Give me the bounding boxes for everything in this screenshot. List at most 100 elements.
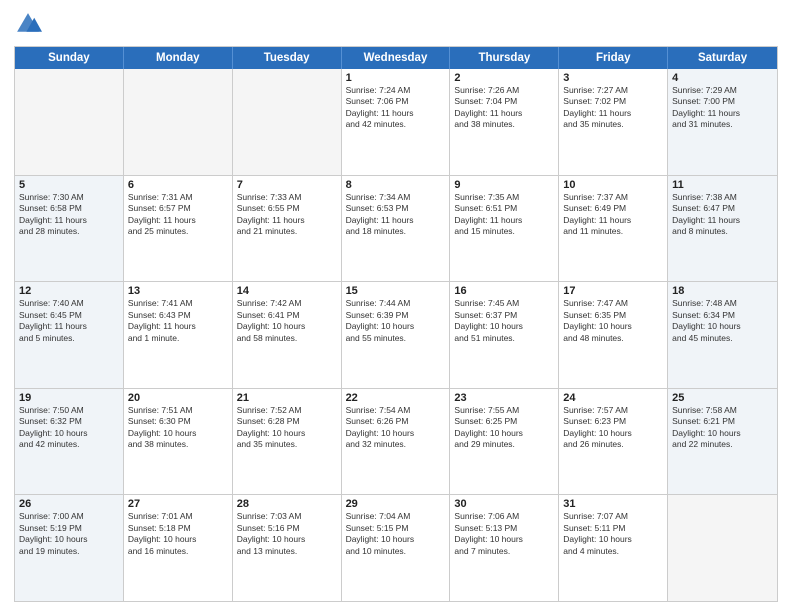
calendar-cell: 11Sunrise: 7:38 AM Sunset: 6:47 PM Dayli…: [668, 176, 777, 282]
day-info: Sunrise: 7:44 AM Sunset: 6:39 PM Dayligh…: [346, 298, 446, 344]
calendar-cell: 5Sunrise: 7:30 AM Sunset: 6:58 PM Daylig…: [15, 176, 124, 282]
day-info: Sunrise: 7:34 AM Sunset: 6:53 PM Dayligh…: [346, 192, 446, 238]
calendar-cell: 7Sunrise: 7:33 AM Sunset: 6:55 PM Daylig…: [233, 176, 342, 282]
calendar-week-5: 26Sunrise: 7:00 AM Sunset: 5:19 PM Dayli…: [15, 495, 777, 601]
day-info: Sunrise: 7:06 AM Sunset: 5:13 PM Dayligh…: [454, 511, 554, 557]
calendar-cell: 10Sunrise: 7:37 AM Sunset: 6:49 PM Dayli…: [559, 176, 668, 282]
day-number: 21: [237, 392, 337, 404]
calendar-cell: 14Sunrise: 7:42 AM Sunset: 6:41 PM Dayli…: [233, 282, 342, 388]
day-info: Sunrise: 7:31 AM Sunset: 6:57 PM Dayligh…: [128, 192, 228, 238]
day-number: 29: [346, 498, 446, 510]
day-number: 31: [563, 498, 663, 510]
day-number: 28: [237, 498, 337, 510]
calendar-cell: 12Sunrise: 7:40 AM Sunset: 6:45 PM Dayli…: [15, 282, 124, 388]
day-info: Sunrise: 7:33 AM Sunset: 6:55 PM Dayligh…: [237, 192, 337, 238]
calendar-cell: 17Sunrise: 7:47 AM Sunset: 6:35 PM Dayli…: [559, 282, 668, 388]
day-header-saturday: Saturday: [668, 47, 777, 69]
day-number: 23: [454, 392, 554, 404]
calendar-body: 1Sunrise: 7:24 AM Sunset: 7:06 PM Daylig…: [15, 69, 777, 601]
day-info: Sunrise: 7:41 AM Sunset: 6:43 PM Dayligh…: [128, 298, 228, 344]
day-number: 30: [454, 498, 554, 510]
calendar-cell: 18Sunrise: 7:48 AM Sunset: 6:34 PM Dayli…: [668, 282, 777, 388]
header: [14, 10, 778, 38]
logo: [14, 10, 46, 38]
day-info: Sunrise: 7:38 AM Sunset: 6:47 PM Dayligh…: [672, 192, 773, 238]
day-number: 11: [672, 179, 773, 191]
calendar-week-2: 5Sunrise: 7:30 AM Sunset: 6:58 PM Daylig…: [15, 176, 777, 283]
day-number: 15: [346, 285, 446, 297]
day-number: 14: [237, 285, 337, 297]
calendar-cell: 15Sunrise: 7:44 AM Sunset: 6:39 PM Dayli…: [342, 282, 451, 388]
calendar-cell: [233, 69, 342, 175]
day-number: 17: [563, 285, 663, 297]
day-info: Sunrise: 7:55 AM Sunset: 6:25 PM Dayligh…: [454, 405, 554, 451]
day-header-tuesday: Tuesday: [233, 47, 342, 69]
calendar: SundayMondayTuesdayWednesdayThursdayFrid…: [14, 46, 778, 602]
day-header-thursday: Thursday: [450, 47, 559, 69]
calendar-week-3: 12Sunrise: 7:40 AM Sunset: 6:45 PM Dayli…: [15, 282, 777, 389]
day-number: 6: [128, 179, 228, 191]
day-number: 22: [346, 392, 446, 404]
day-number: 20: [128, 392, 228, 404]
day-number: 2: [454, 72, 554, 84]
day-number: 19: [19, 392, 119, 404]
day-number: 13: [128, 285, 228, 297]
calendar-cell: 13Sunrise: 7:41 AM Sunset: 6:43 PM Dayli…: [124, 282, 233, 388]
day-info: Sunrise: 7:50 AM Sunset: 6:32 PM Dayligh…: [19, 405, 119, 451]
day-header-wednesday: Wednesday: [342, 47, 451, 69]
day-header-sunday: Sunday: [15, 47, 124, 69]
calendar-cell: 30Sunrise: 7:06 AM Sunset: 5:13 PM Dayli…: [450, 495, 559, 601]
calendar-cell: [15, 69, 124, 175]
day-info: Sunrise: 7:52 AM Sunset: 6:28 PM Dayligh…: [237, 405, 337, 451]
calendar-cell: 8Sunrise: 7:34 AM Sunset: 6:53 PM Daylig…: [342, 176, 451, 282]
calendar-cell: 29Sunrise: 7:04 AM Sunset: 5:15 PM Dayli…: [342, 495, 451, 601]
day-info: Sunrise: 7:01 AM Sunset: 5:18 PM Dayligh…: [128, 511, 228, 557]
day-info: Sunrise: 7:57 AM Sunset: 6:23 PM Dayligh…: [563, 405, 663, 451]
day-info: Sunrise: 7:03 AM Sunset: 5:16 PM Dayligh…: [237, 511, 337, 557]
day-info: Sunrise: 7:04 AM Sunset: 5:15 PM Dayligh…: [346, 511, 446, 557]
day-info: Sunrise: 7:24 AM Sunset: 7:06 PM Dayligh…: [346, 85, 446, 131]
day-header-friday: Friday: [559, 47, 668, 69]
calendar-cell: 31Sunrise: 7:07 AM Sunset: 5:11 PM Dayli…: [559, 495, 668, 601]
calendar-cell: 24Sunrise: 7:57 AM Sunset: 6:23 PM Dayli…: [559, 389, 668, 495]
calendar-cell: 4Sunrise: 7:29 AM Sunset: 7:00 PM Daylig…: [668, 69, 777, 175]
day-number: 4: [672, 72, 773, 84]
day-number: 12: [19, 285, 119, 297]
calendar-cell: 1Sunrise: 7:24 AM Sunset: 7:06 PM Daylig…: [342, 69, 451, 175]
day-info: Sunrise: 7:48 AM Sunset: 6:34 PM Dayligh…: [672, 298, 773, 344]
calendar-cell: 2Sunrise: 7:26 AM Sunset: 7:04 PM Daylig…: [450, 69, 559, 175]
day-info: Sunrise: 7:40 AM Sunset: 6:45 PM Dayligh…: [19, 298, 119, 344]
day-info: Sunrise: 7:47 AM Sunset: 6:35 PM Dayligh…: [563, 298, 663, 344]
day-number: 9: [454, 179, 554, 191]
day-number: 18: [672, 285, 773, 297]
calendar-cell: 26Sunrise: 7:00 AM Sunset: 5:19 PM Dayli…: [15, 495, 124, 601]
day-info: Sunrise: 7:27 AM Sunset: 7:02 PM Dayligh…: [563, 85, 663, 131]
day-info: Sunrise: 7:30 AM Sunset: 6:58 PM Dayligh…: [19, 192, 119, 238]
day-number: 24: [563, 392, 663, 404]
calendar-cell: 27Sunrise: 7:01 AM Sunset: 5:18 PM Dayli…: [124, 495, 233, 601]
day-number: 16: [454, 285, 554, 297]
calendar-cell: 23Sunrise: 7:55 AM Sunset: 6:25 PM Dayli…: [450, 389, 559, 495]
page: SundayMondayTuesdayWednesdayThursdayFrid…: [0, 0, 792, 612]
day-info: Sunrise: 7:35 AM Sunset: 6:51 PM Dayligh…: [454, 192, 554, 238]
day-number: 27: [128, 498, 228, 510]
day-number: 10: [563, 179, 663, 191]
day-header-monday: Monday: [124, 47, 233, 69]
day-number: 1: [346, 72, 446, 84]
day-number: 5: [19, 179, 119, 191]
day-number: 3: [563, 72, 663, 84]
calendar-week-4: 19Sunrise: 7:50 AM Sunset: 6:32 PM Dayli…: [15, 389, 777, 496]
logo-icon: [14, 10, 42, 38]
day-info: Sunrise: 7:37 AM Sunset: 6:49 PM Dayligh…: [563, 192, 663, 238]
day-info: Sunrise: 7:26 AM Sunset: 7:04 PM Dayligh…: [454, 85, 554, 131]
day-number: 7: [237, 179, 337, 191]
calendar-cell: 22Sunrise: 7:54 AM Sunset: 6:26 PM Dayli…: [342, 389, 451, 495]
day-number: 8: [346, 179, 446, 191]
day-info: Sunrise: 7:51 AM Sunset: 6:30 PM Dayligh…: [128, 405, 228, 451]
day-number: 25: [672, 392, 773, 404]
day-info: Sunrise: 7:45 AM Sunset: 6:37 PM Dayligh…: [454, 298, 554, 344]
calendar-cell: 3Sunrise: 7:27 AM Sunset: 7:02 PM Daylig…: [559, 69, 668, 175]
calendar-cell: 21Sunrise: 7:52 AM Sunset: 6:28 PM Dayli…: [233, 389, 342, 495]
calendar-header-row: SundayMondayTuesdayWednesdayThursdayFrid…: [15, 47, 777, 69]
calendar-cell: 16Sunrise: 7:45 AM Sunset: 6:37 PM Dayli…: [450, 282, 559, 388]
